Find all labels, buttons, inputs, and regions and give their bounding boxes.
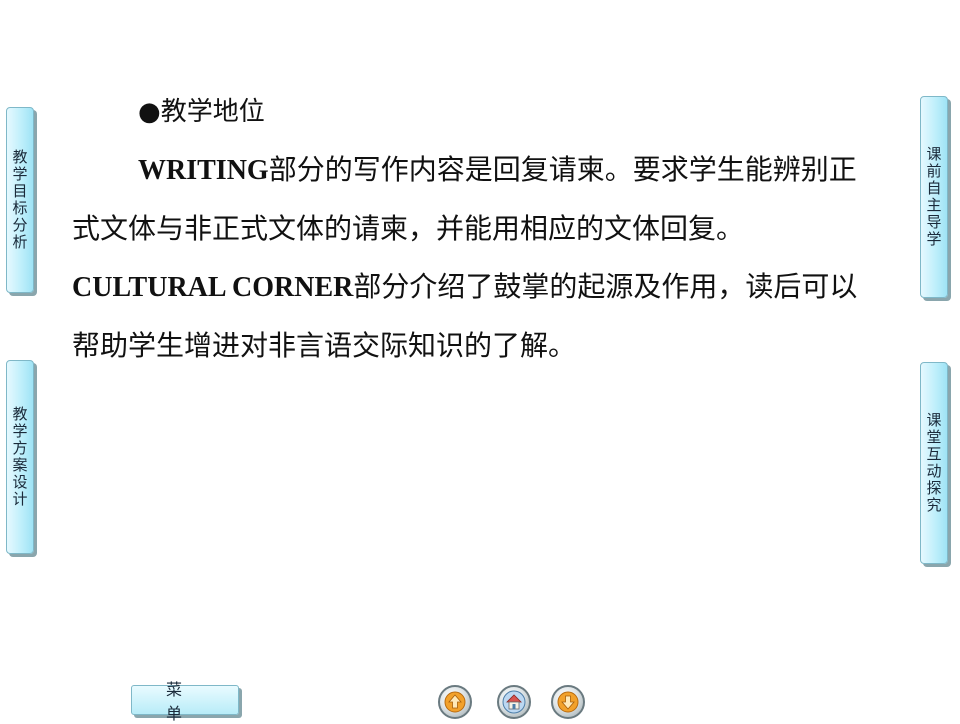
home-button[interactable] (497, 685, 531, 719)
arrow-up-icon (444, 691, 466, 713)
side-tab-teaching-objectives[interactable]: 教学目标分析 (6, 107, 34, 293)
menu-button[interactable]: 菜单 (131, 680, 239, 723)
side-tab-self-study[interactable]: 课前自主导学 (920, 96, 948, 298)
home-icon (502, 690, 526, 714)
arrow-down-icon (557, 691, 579, 713)
slide-content: ●教学地位 WRITING部分的写作内容是回复请柬。要求学生能辨别正式文体与非正… (72, 82, 882, 375)
side-tab-class-interaction[interactable]: 课堂互动探究 (920, 362, 948, 564)
side-tab-label: 课前自主导学 (924, 146, 943, 248)
previous-button[interactable] (438, 685, 472, 719)
section-heading: ●教学地位 (72, 82, 882, 141)
side-tab-label: 教学目标分析 (10, 149, 29, 251)
keyword-writing: WRITING (138, 155, 269, 186)
heading-text: 教学地位 (160, 97, 265, 127)
side-tab-label: 课堂互动探究 (924, 412, 943, 514)
side-tab-label: 教学方案设计 (10, 406, 29, 508)
keyword-cultural-corner: CULTURAL CORNER (72, 272, 354, 303)
side-tab-teaching-plan[interactable]: 教学方案设计 (6, 360, 34, 554)
next-button[interactable] (551, 685, 585, 719)
bullet-icon: ● (138, 97, 161, 127)
menu-button-label: 菜单 (166, 680, 217, 723)
body-paragraph: WRITING部分的写作内容是回复请柬。要求学生能辨别正式文体与非正式文体的请柬… (72, 141, 882, 375)
